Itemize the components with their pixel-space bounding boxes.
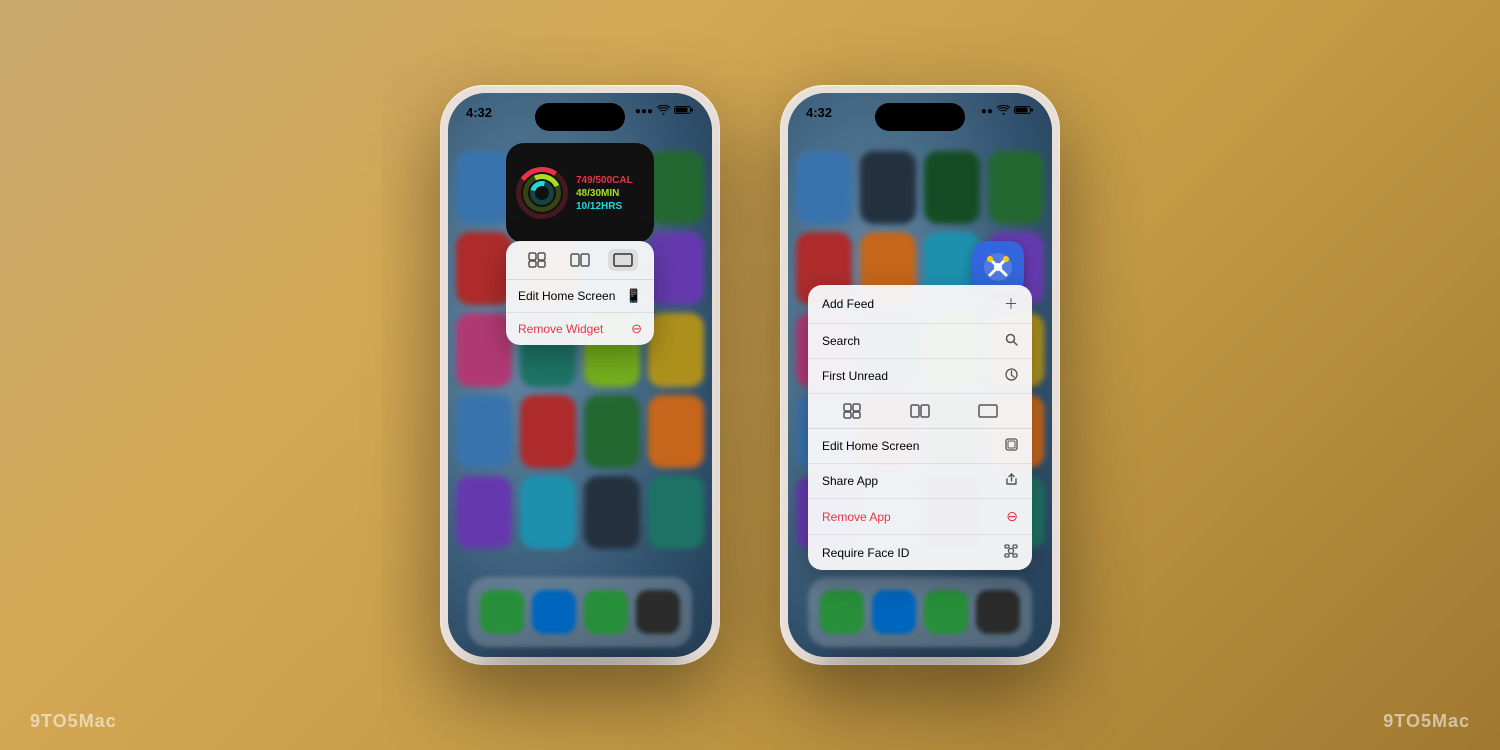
add-feed-label: Add Feed: [822, 297, 874, 311]
battery-icon: [674, 105, 694, 118]
size-medium-btn[interactable]: [565, 249, 595, 271]
hours-stat: 10/12HRS: [576, 201, 633, 212]
phone-2-time: 4:32: [806, 105, 832, 120]
size-selector-2: [808, 394, 1032, 429]
phones-container: 4:32 ●●●: [440, 85, 1060, 665]
remove-widget-item[interactable]: Remove Widget ⊖: [506, 313, 654, 345]
phone-2-screen: 4:32 ●●: [788, 93, 1052, 657]
search-icon: [1005, 333, 1018, 349]
size-small-btn-2[interactable]: [838, 401, 866, 421]
phone-1-dynamic-island: [535, 103, 625, 131]
first-unread-item[interactable]: First Unread: [808, 359, 1032, 394]
size-selector: [506, 241, 654, 280]
edit-home-screen-label-2: Edit Home Screen: [822, 439, 919, 453]
remove-widget-icon: ⊖: [631, 321, 642, 337]
phone-2-dynamic-island: [875, 103, 965, 131]
wifi-icon-2: [997, 105, 1010, 118]
activity-widget: 749/500CAL 48/30MIN 10/12HRS: [506, 143, 654, 243]
watermark-right: 9TO5Mac: [1383, 711, 1470, 732]
edit-home-screen-icon: 📱: [626, 288, 642, 304]
add-feed-icon: ＋: [1004, 294, 1018, 314]
remove-app-icon: ⊖: [1006, 508, 1018, 525]
size-small-btn[interactable]: [522, 249, 552, 271]
activity-stats: 749/500CAL 48/30MIN 10/12HRS: [576, 175, 633, 212]
signal-icon-2: ●●: [981, 106, 993, 117]
edit-home-screen-icon-2: [1005, 438, 1018, 454]
search-item[interactable]: Search: [808, 324, 1032, 359]
share-app-icon: [1005, 473, 1018, 489]
phone-2: 4:32 ●●: [780, 85, 1060, 665]
remove-widget-label: Remove Widget: [518, 322, 603, 336]
remove-app-item[interactable]: Remove App ⊖: [808, 499, 1032, 535]
edit-home-screen-label: Edit Home Screen: [518, 289, 615, 303]
activity-rings: [516, 167, 568, 219]
phone-2-context-menu: Add Feed ＋ Search First Unread: [808, 285, 1032, 570]
share-app-label: Share App: [822, 474, 878, 488]
add-feed-item[interactable]: Add Feed ＋: [808, 285, 1032, 324]
first-unread-label: First Unread: [822, 369, 888, 383]
require-face-id-label: Require Face ID: [822, 546, 909, 560]
netnewswire-svg: [982, 251, 1014, 283]
require-face-id-icon: [1004, 544, 1018, 561]
search-label: Search: [822, 334, 860, 348]
phone-1-status-icons: ●●●: [635, 105, 694, 118]
phone-1-context-menu: 749/500CAL 48/30MIN 10/12HRS: [506, 143, 654, 345]
size-large-btn[interactable]: [608, 249, 638, 271]
edit-home-screen-item[interactable]: Edit Home Screen 📱: [506, 280, 654, 313]
wifi-icon: [657, 105, 670, 118]
phone-1-screen: 4:32 ●●●: [448, 93, 712, 657]
phone-1: 4:32 ●●●: [440, 85, 720, 665]
phone-2-status-icons: ●●: [981, 105, 1034, 118]
first-unread-icon: [1005, 368, 1018, 384]
signal-icon: ●●●: [635, 106, 653, 117]
minutes-stat: 48/30MIN: [576, 188, 633, 199]
phone-1-time: 4:32: [466, 105, 492, 120]
remove-app-label: Remove App: [822, 510, 891, 524]
watermark-left: 9TO5Mac: [30, 711, 117, 732]
share-app-item[interactable]: Share App: [808, 464, 1032, 499]
size-medium-btn-2[interactable]: [906, 401, 934, 421]
widget-popup-menu: Edit Home Screen 📱 Remove Widget ⊖: [506, 241, 654, 345]
edit-home-screen-item-2[interactable]: Edit Home Screen: [808, 429, 1032, 464]
battery-icon-2: [1014, 105, 1034, 118]
require-face-id-item[interactable]: Require Face ID: [808, 535, 1032, 570]
size-large-btn-2[interactable]: [974, 401, 1002, 421]
calories-stat: 749/500CAL: [576, 175, 633, 186]
